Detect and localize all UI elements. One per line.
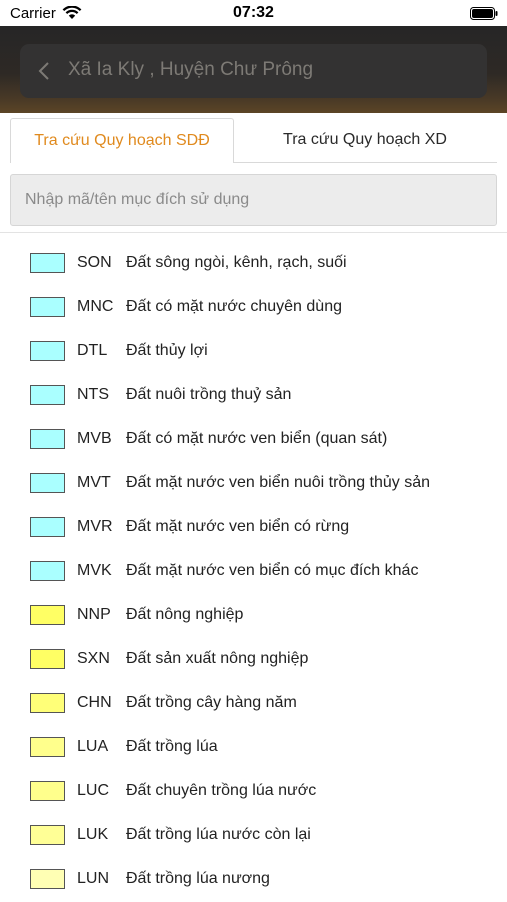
color-swatch	[30, 253, 65, 273]
legend-label: Đất trồng cây hàng năm	[126, 694, 297, 711]
legend-item[interactable]: NTS Đất nuôi trồng thuỷ sản	[0, 374, 507, 418]
legend-item[interactable]: LUA Đất trồng lúa	[0, 726, 507, 770]
legend-code: DTL	[77, 342, 108, 359]
legend-code: LUC	[77, 782, 110, 799]
divider	[0, 232, 507, 233]
tab-bar: Tra cứu Quy hoạch SDĐ Tra cứu Quy hoạch …	[10, 118, 497, 164]
location-title: Xã Ia Kly , Huyện Chư Prông	[68, 59, 314, 80]
legend-code: NTS	[77, 386, 109, 403]
color-swatch	[30, 869, 65, 889]
legend-code: SON	[77, 254, 112, 271]
legend-label: Đất mặt nước ven biển có rừng	[126, 518, 350, 535]
color-swatch	[30, 429, 65, 449]
legend-code: NNP	[77, 606, 111, 623]
legend-item[interactable]: MVB Đất có mặt nước ven biển (quan sát)	[0, 418, 507, 462]
legend-label: Đất mặt nước ven biển có mục đích khác	[126, 562, 419, 579]
clock: 07:32	[233, 4, 274, 21]
legend-code: LUN	[77, 870, 110, 887]
legend-list: SON Đất sông ngòi, kênh, rạch, suối MNC Đất…	[0, 242, 507, 902]
legend-item[interactable]: DTL Đất thủy lợi	[0, 330, 507, 374]
legend-item[interactable]: NNP Đất nông nghiệp	[0, 594, 507, 638]
color-swatch	[30, 341, 65, 361]
legend-item[interactable]: MVT Đất mặt nước ven biển nuôi trồng thủy…	[0, 462, 507, 506]
chevron-left-icon[interactable]	[38, 61, 50, 81]
legend-label: Đất sông ngòi, kênh, rạch, suối	[126, 254, 347, 271]
legend-item[interactable]: LUK Đất trồng lúa nước còn lại	[0, 814, 507, 858]
header: Xã Ia Kly , Huyện Chư Prông	[0, 26, 507, 113]
legend-label: Đất có mặt nước chuyên dùng	[126, 298, 342, 315]
color-swatch	[30, 781, 65, 801]
legend-item[interactable]: MVR Đất mặt nước ven biển có rừng	[0, 506, 507, 550]
legend-label: Đất sản xuất nông nghiệp	[126, 650, 309, 667]
battery-icon	[470, 7, 498, 20]
color-swatch	[30, 473, 65, 493]
legend-code: MVK	[77, 562, 112, 579]
legend-label: Đất nuôi trồng thuỷ sản	[126, 386, 292, 403]
tab-underline	[233, 162, 497, 163]
search-input[interactable]	[11, 175, 496, 225]
legend-code: SXN	[77, 650, 110, 667]
legend-item[interactable]: MNC Đất có mặt nước chuyên dùng	[0, 286, 507, 330]
legend-label: Đất trồng lúa	[126, 738, 218, 755]
legend-label: Đất trồng lúa nước còn lại	[126, 826, 311, 843]
legend-label: Đất mặt nước ven biển nuôi trồng thủy sả…	[126, 474, 431, 491]
legend-code: LUA	[77, 738, 109, 755]
tab-construction-planning[interactable]: Tra cứu Quy hoạch XD	[233, 118, 497, 162]
legend-code: LUK	[77, 826, 109, 843]
color-swatch	[30, 385, 65, 405]
color-swatch	[30, 517, 65, 537]
legend-label: Đất trồng lúa nương	[126, 870, 270, 887]
legend-item[interactable]: SON Đất sông ngòi, kênh, rạch, suối	[0, 242, 507, 286]
color-swatch	[30, 561, 65, 581]
color-swatch	[30, 737, 65, 757]
color-swatch	[30, 297, 65, 317]
color-swatch	[30, 825, 65, 845]
legend-item[interactable]: LUN Đất trồng lúa nương	[0, 858, 507, 902]
legend-item[interactable]: SXN Đất sản xuất nông nghiệp	[0, 638, 507, 682]
search-field[interactable]	[10, 174, 497, 226]
status-bar: Carrier 07:32	[0, 0, 507, 26]
tab-land-use-planning[interactable]: Tra cứu Quy hoạch SDĐ	[10, 118, 234, 163]
legend-item[interactable]: CHN Đất trồng cây hàng năm	[0, 682, 507, 726]
legend-code: MNC	[77, 298, 114, 315]
legend-item[interactable]: MVK Đất mặt nước ven biển có mục đích khá…	[0, 550, 507, 594]
color-swatch	[30, 605, 65, 625]
color-swatch	[30, 693, 65, 713]
legend-code: MVB	[77, 430, 112, 447]
legend-code: MVT	[77, 474, 111, 491]
legend-label: Đất có mặt nước ven biển (quan sát)	[126, 430, 388, 447]
location-bar[interactable]: Xã Ia Kly , Huyện Chư Prông	[20, 44, 487, 98]
legend-label: Đất nông nghiệp	[126, 606, 244, 623]
legend-label: Đất chuyên trồng lúa nước	[126, 782, 317, 799]
legend-code: MVR	[77, 518, 113, 535]
legend-item[interactable]: LUC Đất chuyên trồng lúa nước	[0, 770, 507, 814]
legend-label: Đất thủy lợi	[126, 342, 208, 359]
color-swatch	[30, 649, 65, 669]
legend-code: CHN	[77, 694, 112, 711]
